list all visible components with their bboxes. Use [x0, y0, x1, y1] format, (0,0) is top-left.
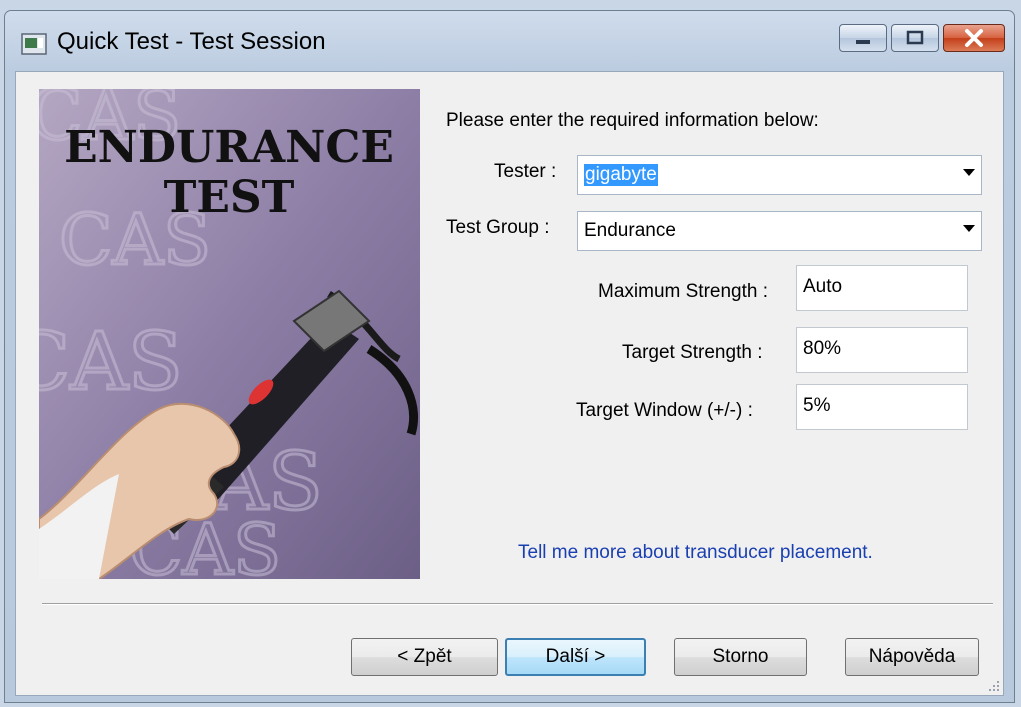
- test-group-combobox[interactable]: Endurance: [577, 211, 982, 251]
- minimize-icon: [856, 40, 870, 44]
- banner-title-line1: ENDURANCE: [64, 122, 394, 173]
- dialog-window: Quick Test - Test Session CAS CAS CAS CA…: [4, 10, 1015, 703]
- tester-label: Tester :: [494, 161, 557, 182]
- target-window-label: Target Window (+/-) :: [576, 400, 753, 421]
- cancel-button[interactable]: Storno: [674, 638, 807, 676]
- close-icon: [965, 29, 983, 47]
- title-bar[interactable]: Quick Test - Test Session: [5, 11, 1014, 71]
- chevron-down-icon[interactable]: [963, 225, 975, 232]
- maximum-strength-value: Auto: [803, 276, 843, 297]
- maximize-icon: [906, 30, 924, 45]
- target-window-value: 5%: [803, 395, 831, 416]
- banner-title-line2: TEST: [164, 172, 295, 223]
- transducer-placement-link[interactable]: Tell me more about transducer placement.: [518, 542, 873, 564]
- tester-combobox[interactable]: gigabyte: [577, 155, 982, 195]
- target-strength-label: Target Strength :: [622, 342, 763, 363]
- help-button[interactable]: Nápověda: [845, 638, 979, 676]
- back-button[interactable]: < Zpět: [351, 638, 498, 676]
- target-strength-field[interactable]: 80%: [796, 327, 968, 373]
- divider: [42, 603, 993, 605]
- endurance-test-banner: CAS CAS CAS CAS CAS ENDURANCE TEST: [39, 89, 420, 579]
- test-group-label: Test Group :: [446, 217, 550, 238]
- maximum-strength-label: Maximum Strength :: [598, 281, 768, 302]
- dialog-client-area: CAS CAS CAS CAS CAS ENDURANCE TEST Pleas…: [15, 71, 1004, 696]
- window-title: Quick Test - Test Session: [57, 28, 326, 55]
- watermark-text-3: CAS: [39, 315, 183, 408]
- test-group-value: Endurance: [584, 220, 676, 241]
- minimize-button[interactable]: [839, 24, 887, 52]
- chevron-down-icon[interactable]: [963, 169, 975, 176]
- target-window-field[interactable]: 5%: [796, 384, 968, 430]
- maximize-button[interactable]: [891, 24, 939, 52]
- maximum-strength-field[interactable]: Auto: [796, 265, 968, 311]
- target-strength-value: 80%: [803, 338, 842, 359]
- app-window-icon: [21, 33, 47, 55]
- next-button[interactable]: Další >: [505, 638, 646, 676]
- resize-grip-icon[interactable]: [988, 680, 1000, 692]
- close-button[interactable]: [943, 24, 1005, 52]
- tester-value: gigabyte: [584, 164, 658, 186]
- instructions-text: Please enter the required information be…: [446, 110, 819, 131]
